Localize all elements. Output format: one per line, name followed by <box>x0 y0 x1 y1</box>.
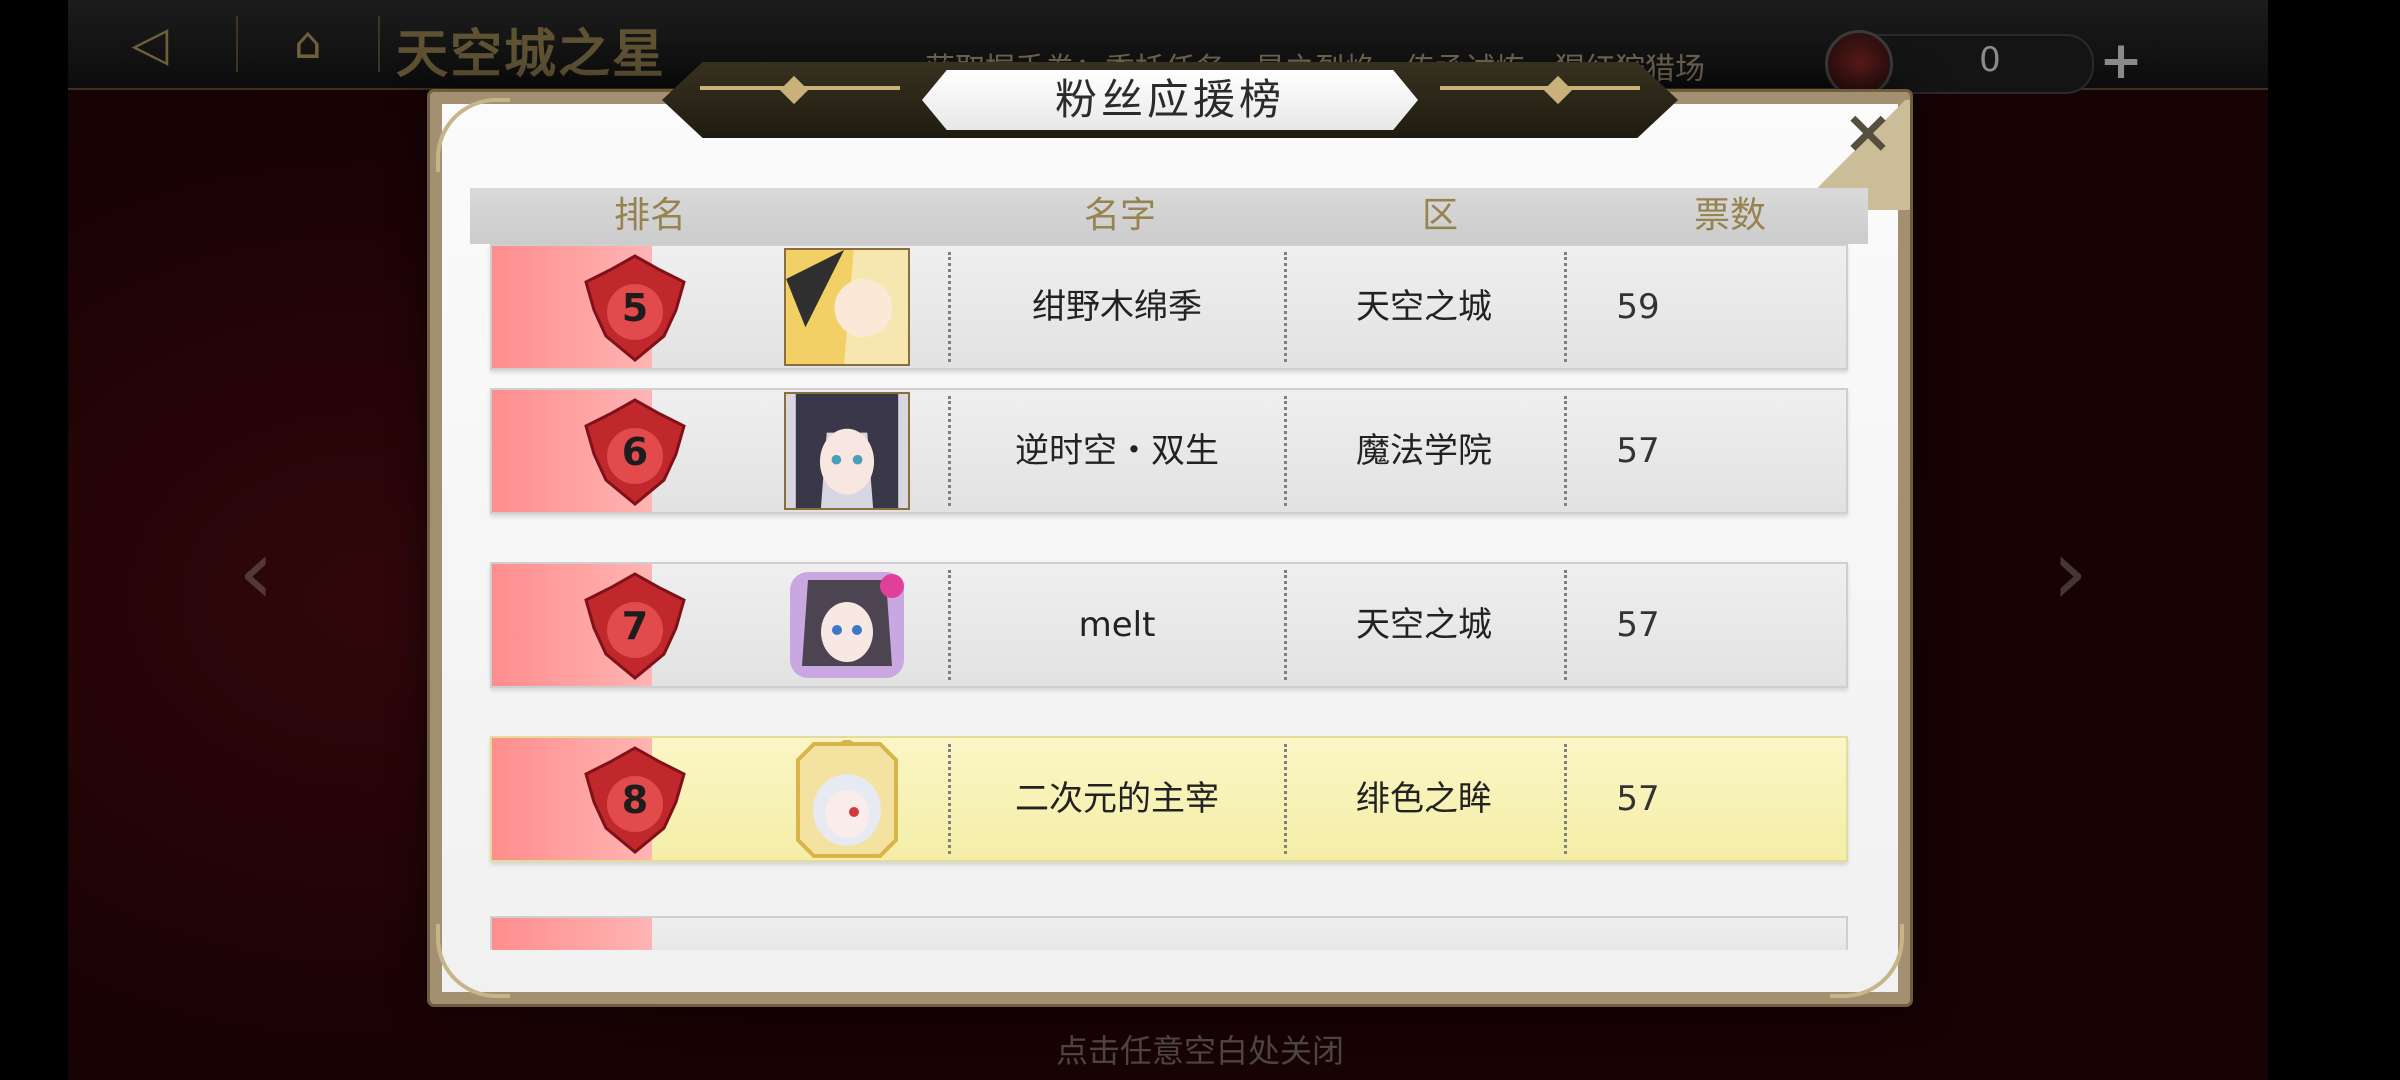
vote-count: 57 <box>1616 779 1660 819</box>
close-hint-text: 点击任意空白处关闭 <box>1055 1032 1344 1070</box>
column-divider <box>1564 744 1567 854</box>
divider <box>378 16 380 72</box>
player-zone: 绯色之眸 <box>1356 779 1492 819</box>
table-row-self[interactable]: 8 二次元的主宰 绯色之眸 57 <box>490 736 1848 862</box>
close-icon[interactable]: × <box>1838 102 1898 162</box>
vote-count: 59 <box>1616 287 1660 327</box>
column-divider <box>1284 570 1287 680</box>
player-name: 逆时空・双生 <box>1015 431 1219 471</box>
player-avatar[interactable] <box>784 248 910 366</box>
column-divider <box>1564 396 1567 506</box>
ticket-icon <box>1825 30 1893 98</box>
vote-count: 57 <box>1616 431 1660 471</box>
header-zone: 区 <box>1421 195 1458 236</box>
table-row[interactable]: 7 melt 天空之城 57 <box>490 562 1848 688</box>
header-votes: 票数 <box>1693 195 1766 236</box>
player-avatar[interactable] <box>784 392 910 510</box>
player-avatar[interactable] <box>784 566 910 684</box>
home-icon[interactable]: ⌂ <box>278 14 338 74</box>
dialog-title: 粉丝应援榜 <box>1054 75 1285 124</box>
player-zone: 魔法学院 <box>1356 431 1492 471</box>
column-divider <box>1284 252 1287 362</box>
header-name: 名字 <box>1083 195 1156 236</box>
ranking-table[interactable]: 排名 名字 区 票数 5 绀野木绵季 天空之城 59 6 逆时空・双生 魔法学院… <box>470 188 1868 950</box>
currency-count: 0 <box>1979 40 2001 80</box>
column-divider <box>948 252 951 362</box>
table-row[interactable]: 5 绀野木绵季 天空之城 59 <box>490 244 1848 370</box>
table-row[interactable]: 6 逆时空・双生 魔法学院 57 <box>490 388 1848 514</box>
column-divider <box>1284 396 1287 506</box>
table-header: 排名 名字 区 票数 <box>470 188 1868 244</box>
rank-strip <box>492 918 652 950</box>
column-divider <box>948 744 951 854</box>
column-divider <box>1284 744 1287 854</box>
column-divider <box>948 570 951 680</box>
player-name: 绀野木绵季 <box>1032 287 1202 327</box>
column-divider <box>1564 570 1567 680</box>
rank-number: 7 <box>621 604 649 648</box>
player-name: melt <box>1078 605 1156 645</box>
back-arrow-icon[interactable]: ◁ <box>120 14 180 74</box>
vote-count: 57 <box>1616 605 1660 645</box>
column-divider <box>1564 252 1567 362</box>
rank-number: 6 <box>621 430 649 474</box>
player-zone: 天空之城 <box>1356 605 1492 645</box>
player-zone: 天空之城 <box>1356 287 1492 327</box>
player-name: 二次元的主宰 <box>1015 779 1219 819</box>
right-arrow-icon: › <box>2052 520 2088 625</box>
add-currency-button[interactable]: + <box>2088 28 2154 94</box>
rank-number: 8 <box>621 778 649 822</box>
table-row-partial[interactable] <box>490 916 1848 950</box>
player-avatar[interactable] <box>784 740 910 858</box>
column-divider <box>948 396 951 506</box>
rank-number: 5 <box>621 286 649 330</box>
divider <box>236 16 238 72</box>
left-arrow-icon: ‹ <box>238 520 274 625</box>
header-rank: 排名 <box>613 195 686 236</box>
page-title: 天空城之星 <box>396 24 667 85</box>
banner-ornament <box>1440 86 1640 90</box>
